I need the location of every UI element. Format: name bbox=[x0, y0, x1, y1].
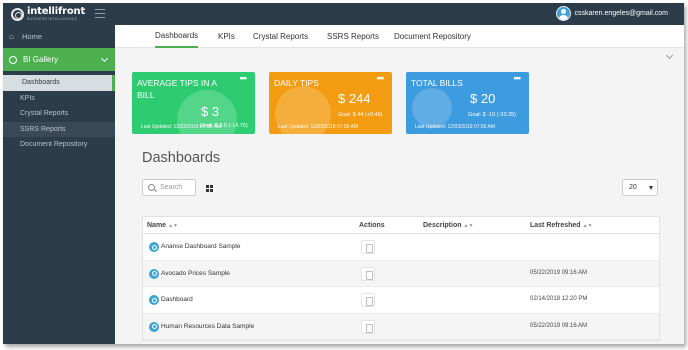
dashboard-icon bbox=[149, 242, 159, 252]
app-window: intellifront BUSINESS INTELLIGENCE csska… bbox=[3, 3, 684, 344]
chevron-down-icon[interactable] bbox=[665, 51, 674, 60]
page-size-select[interactable]: 20 bbox=[622, 179, 658, 196]
view-document-icon[interactable] bbox=[361, 319, 375, 334]
logo-name-2: front bbox=[58, 5, 86, 17]
search-placeholder: Search bbox=[160, 184, 183, 191]
kpi-value: $ 244 bbox=[338, 91, 371, 106]
kpi-goal: Goal: $ -10 (-33.35) bbox=[468, 112, 516, 118]
gallery-icon bbox=[9, 55, 17, 64]
user-menu[interactable]: csskaren.engeles@gmail.com bbox=[555, 6, 668, 21]
chevron-down-icon bbox=[100, 54, 109, 63]
sidebar-item-kpis[interactable]: KPIs bbox=[3, 91, 115, 107]
row-name[interactable]: Human Resources Data Sample bbox=[161, 323, 254, 330]
table-row[interactable]: Human Resources Data Sample 05/22/2019 0… bbox=[143, 313, 659, 340]
view-document-icon[interactable] bbox=[361, 266, 375, 281]
kpi-card-average-tips[interactable]: AVERAGE TIPS IN A BILL ••• $ 3 Goal: $ 3… bbox=[132, 72, 255, 134]
column-header-name[interactable]: Name ▲▼ bbox=[147, 222, 178, 229]
sidebar-item-dashboards[interactable]: Dashboards bbox=[3, 75, 115, 91]
table-row[interactable]: Dashboard 02/14/2018 12:20 PM bbox=[143, 287, 659, 314]
search-input[interactable]: Search bbox=[142, 179, 196, 196]
kpi-value: $ 20 bbox=[470, 91, 496, 106]
tab-dashboards[interactable]: Dashboards bbox=[155, 25, 199, 48]
dashboard-icon bbox=[149, 321, 159, 332]
column-header-last-refreshed[interactable]: Last Refreshed ▲▼ bbox=[530, 222, 592, 229]
table-row[interactable]: Avocado Prices Sample 05/22/2019 09:16 A… bbox=[143, 260, 659, 287]
dashboard-icon bbox=[149, 268, 159, 279]
tab-crystal-reports[interactable]: Crystal Reports bbox=[253, 25, 308, 48]
kpi-title: TOTAL BILLS bbox=[411, 78, 463, 88]
sidebar-item-home[interactable]: ⌂ Home bbox=[3, 29, 115, 44]
kpi-last-updated: Last Updated: 12/03/2019 07:55 AM bbox=[278, 124, 359, 130]
dashboard-icon bbox=[149, 295, 159, 305]
sort-icon[interactable]: ▲▼ bbox=[583, 223, 593, 229]
kpi-last-updated: Last Updated: 12/03/2019 07:55 AM bbox=[415, 124, 496, 130]
top-bar: intellifront BUSINESS INTELLIGENCE csska… bbox=[3, 3, 684, 25]
view-document-icon[interactable] bbox=[361, 240, 375, 254]
more-options-icon[interactable]: ••• bbox=[240, 73, 248, 83]
table-row[interactable]: Ananse Dashboard Sample bbox=[143, 234, 659, 261]
row-name[interactable]: Avocado Prices Sample bbox=[161, 270, 230, 277]
search-icon bbox=[148, 184, 155, 191]
sort-icon[interactable]: ▲▼ bbox=[464, 223, 474, 229]
kpi-goal: Goal: $ 44 (+0.46) bbox=[338, 112, 383, 118]
logo-subtitle: BUSINESS INTELLIGENCE bbox=[27, 16, 78, 21]
sidebar-item-document-repository[interactable]: Document Repository bbox=[3, 137, 115, 153]
page-size-value: 20 bbox=[629, 184, 637, 191]
sidebar-item-label: Dashboards bbox=[22, 79, 60, 87]
logo-name: intelli bbox=[27, 5, 58, 17]
kpi-card-daily-tips[interactable]: DAILY TIPS ••• $ 244 Goal: $ 44 (+0.46) … bbox=[269, 72, 392, 134]
view-document-icon[interactable] bbox=[361, 293, 375, 307]
caret-down-icon bbox=[649, 186, 653, 190]
column-header-actions: Actions bbox=[359, 222, 385, 229]
grid-view-icon[interactable] bbox=[206, 185, 213, 192]
sidebar-section-label: BI Gallery bbox=[23, 55, 59, 64]
sidebar-item-crystal-reports[interactable]: Crystal Reports bbox=[3, 106, 115, 122]
tab-document-repository[interactable]: Document Repository bbox=[394, 25, 471, 48]
more-options-icon[interactable]: ••• bbox=[377, 73, 385, 83]
sidebar-item-label: Document Repository bbox=[20, 141, 88, 149]
kpi-title: AVERAGE TIPS IN A BILL bbox=[137, 78, 217, 100]
kpi-last-updated: Last Updated: 12/03/2019 07:55 AM bbox=[141, 124, 222, 130]
sidebar-item-label: KPIs bbox=[20, 94, 35, 102]
column-header-description[interactable]: Description ▲▼ bbox=[423, 222, 473, 229]
row-name[interactable]: Dashboard bbox=[161, 296, 193, 303]
main-content: AVERAGE TIPS IN A BILL ••• $ 3 Goal: $ 3… bbox=[115, 48, 684, 344]
tab-kpis[interactable]: KPIs bbox=[218, 25, 235, 48]
row-last-refreshed: 05/22/2019 09:16 AM bbox=[530, 269, 588, 276]
sidebar-item-label: Crystal Reports bbox=[20, 110, 69, 118]
sort-icon[interactable]: ▲▼ bbox=[168, 223, 178, 229]
sidebar: ⌂ Home BI Gallery Dashboards KPIs Crysta… bbox=[3, 25, 115, 344]
table-header: Name ▲▼ Actions Description ▲▼ Last Refres… bbox=[143, 217, 659, 234]
user-email[interactable]: csskaren.engeles@gmail.com bbox=[575, 10, 668, 17]
kpi-title: DAILY TIPS bbox=[274, 78, 319, 88]
row-last-refreshed: 02/14/2018 12:20 PM bbox=[530, 296, 588, 302]
brand-logo[interactable]: intellifront BUSINESS INTELLIGENCE bbox=[11, 6, 85, 22]
more-options-icon[interactable]: ••• bbox=[514, 73, 522, 83]
home-icon: ⌂ bbox=[9, 31, 14, 41]
sidebar-item-ssrs-reports[interactable]: SSRS Reports bbox=[3, 121, 115, 137]
sidebar-section-bi-gallery[interactable]: BI Gallery bbox=[3, 48, 115, 71]
tab-ssrs-reports[interactable]: SSRS Reports bbox=[327, 25, 379, 48]
page-title: Dashboards bbox=[142, 150, 221, 166]
sidebar-item-label: SSRS Reports bbox=[20, 125, 66, 133]
sidebar-item-label: Home bbox=[22, 32, 43, 41]
menu-toggle-icon[interactable] bbox=[95, 9, 105, 18]
kpi-card-total-bills[interactable]: TOTAL BILLS ••• $ 20 Goal: $ -10 (-33.35… bbox=[406, 72, 529, 134]
sidebar-subnav: Dashboards KPIs Crystal Reports SSRS Rep… bbox=[3, 75, 115, 153]
avatar[interactable] bbox=[555, 6, 571, 21]
row-name[interactable]: Ananse Dashboard Sample bbox=[161, 243, 241, 250]
tab-bar: Dashboards KPIs Crystal Reports SSRS Rep… bbox=[115, 25, 684, 48]
kpi-value: $ 3 bbox=[201, 104, 220, 119]
kpi-watermark-icon bbox=[412, 88, 452, 128]
row-last-refreshed: 05/22/2019 09:16 AM bbox=[530, 322, 588, 329]
dashboards-table: Name ▲▼ Actions Description ▲▼ Last Refres… bbox=[142, 216, 660, 341]
logo-icon bbox=[11, 7, 24, 21]
